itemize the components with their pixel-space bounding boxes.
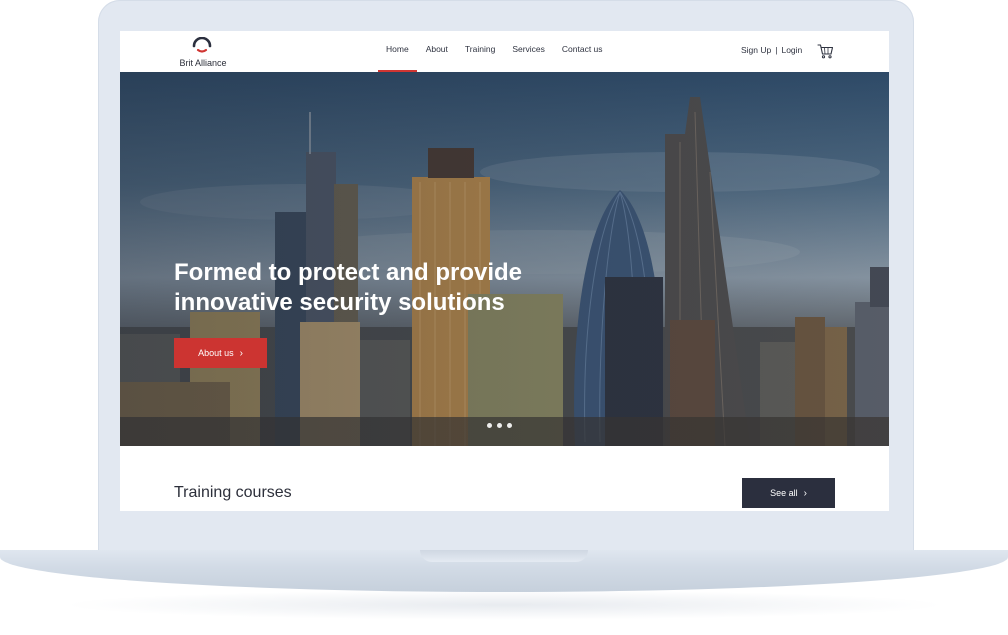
nav-item-home[interactable]: Home: [378, 31, 417, 72]
nav-item-services[interactable]: Services: [512, 31, 545, 72]
header-navbar: Brit Alliance Home About Training Servic…: [120, 31, 889, 72]
main-nav: Home About Training Services Contact us: [378, 31, 620, 72]
carousel-dot-1[interactable]: [487, 423, 492, 428]
brand-name: Brit Alliance: [179, 58, 227, 68]
nav-item-training[interactable]: Training: [465, 31, 495, 72]
carousel-indicators: [487, 423, 512, 428]
carousel-dot-3[interactable]: [507, 423, 512, 428]
nav-item-contact[interactable]: Contact us: [562, 31, 603, 72]
see-all-label: See all: [770, 488, 798, 498]
carousel-dot-2[interactable]: [497, 423, 502, 428]
brand-logo[interactable]: Brit Alliance: [172, 37, 234, 69]
see-all-button[interactable]: See all ›: [742, 478, 835, 508]
login-link[interactable]: Login: [781, 45, 802, 55]
logo-icon: [192, 37, 212, 53]
training-section-title: Training courses: [174, 484, 292, 501]
about-us-button[interactable]: About us ›: [174, 338, 267, 368]
website-screen: Brit Alliance Home About Training Servic…: [120, 31, 889, 511]
hero-banner: Formed to protect and provide innovative…: [120, 72, 889, 446]
signup-link[interactable]: Sign Up: [741, 45, 771, 55]
laptop-shadow: [60, 590, 948, 620]
cart-icon[interactable]: [817, 43, 834, 59]
laptop-notch: [420, 550, 588, 562]
auth-separator: |: [775, 45, 778, 55]
auth-links: Sign Up | Login: [741, 45, 802, 55]
chevron-right-icon: ›: [239, 348, 243, 359]
about-us-label: About us: [198, 348, 234, 358]
nav-item-about[interactable]: About: [426, 31, 448, 72]
hero-headline: Formed to protect and provide innovative…: [174, 259, 523, 316]
chevron-right-icon: ›: [803, 488, 807, 499]
